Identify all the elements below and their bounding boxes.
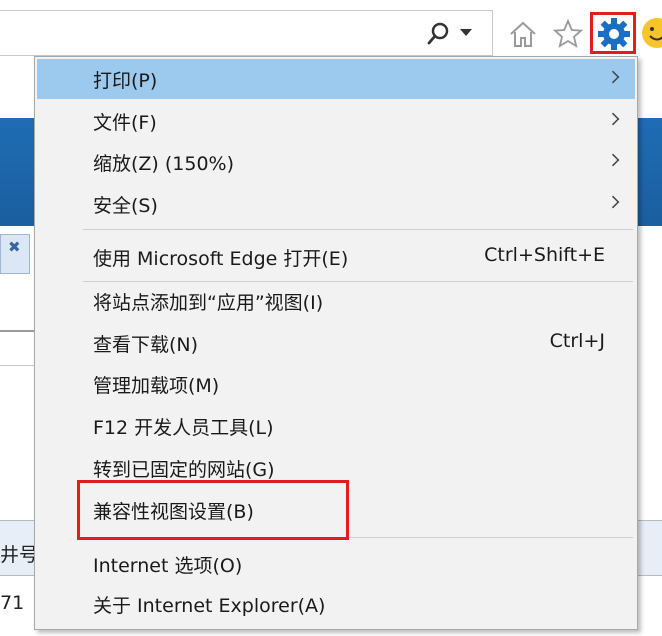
menu-item-label: 文件(F) xyxy=(93,112,157,134)
chevron-right-icon xyxy=(606,70,620,84)
menu-item-manage-addons[interactable]: 管理加载项(M) xyxy=(37,364,635,404)
menu-item-shortcut: Ctrl+Shift+E xyxy=(484,244,605,266)
table-header-cell: 井号 xyxy=(0,544,39,566)
menu-item-shortcut: Ctrl+J xyxy=(549,330,605,352)
menu-item-file[interactable]: 文件(F) xyxy=(37,101,635,141)
menu-item-zoom[interactable]: 缩放(Z) (150%) xyxy=(37,142,635,182)
divider xyxy=(0,330,38,332)
smiley-feedback-icon[interactable] xyxy=(640,16,662,50)
menu-item-f12-dev-tools[interactable]: F12 开发人员工具(L) xyxy=(37,406,635,446)
menu-item-label: 查看下载(N) xyxy=(93,334,199,356)
chevron-right-icon xyxy=(606,195,620,209)
page-header-band-right xyxy=(634,118,662,226)
menu-item-print[interactable]: 打印(P) xyxy=(37,59,635,99)
menu-item-internet-options[interactable]: Internet 选项(O) xyxy=(37,544,635,584)
page-header-band xyxy=(0,118,38,226)
tab-close-icon[interactable]: ✖ xyxy=(8,238,21,256)
menu-separator xyxy=(83,229,633,230)
chevron-right-icon xyxy=(606,112,620,126)
home-icon[interactable] xyxy=(507,18,539,50)
table-cell: 71 xyxy=(0,592,25,614)
tools-button[interactable] xyxy=(590,12,636,54)
menu-item-label: 缩放(Z) (150%) xyxy=(93,153,235,175)
menu-item-label: Internet 选项(O) xyxy=(93,555,243,577)
divider xyxy=(0,365,38,366)
search-icon[interactable] xyxy=(426,20,452,46)
menu-item-label: F12 开发人员工具(L) xyxy=(93,417,274,439)
menu-item-about-ie[interactable]: 关于 Internet Explorer(A) xyxy=(37,584,635,624)
gear-icon xyxy=(598,18,630,50)
favorites-star-icon[interactable] xyxy=(552,18,584,50)
menu-item-open-in-edge[interactable]: 使用 Microsoft Edge 打开(E) Ctrl+Shift+E xyxy=(37,237,635,277)
menu-item-label: 转到已固定的网站(G) xyxy=(93,459,275,481)
menu-item-add-site-to-apps[interactable]: 将站点添加到“应用”视图(I) xyxy=(37,281,635,321)
menu-item-label: 使用 Microsoft Edge 打开(E) xyxy=(93,248,349,270)
menu-item-label: 管理加载项(M) xyxy=(93,375,220,397)
menu-item-security[interactable]: 安全(S) xyxy=(37,184,635,224)
address-bar[interactable] xyxy=(0,10,493,56)
menu-item-label: 打印(P) xyxy=(93,70,158,92)
menu-item-view-downloads[interactable]: 查看下载(N) Ctrl+J xyxy=(37,323,635,363)
search-dropdown-icon[interactable] xyxy=(460,29,472,36)
chevron-right-icon xyxy=(606,153,620,167)
menu-item-label: 安全(S) xyxy=(93,195,158,217)
highlight-annotation-box xyxy=(77,480,349,540)
browser-toolbar xyxy=(0,0,662,60)
menu-item-label: 关于 Internet Explorer(A) xyxy=(93,595,326,617)
tools-menu: 打印(P) 文件(F) 缩放(Z) (150%) 安全(S) 使用 Micros… xyxy=(34,56,638,630)
menu-item-label: 将站点添加到“应用”视图(I) xyxy=(93,292,324,314)
